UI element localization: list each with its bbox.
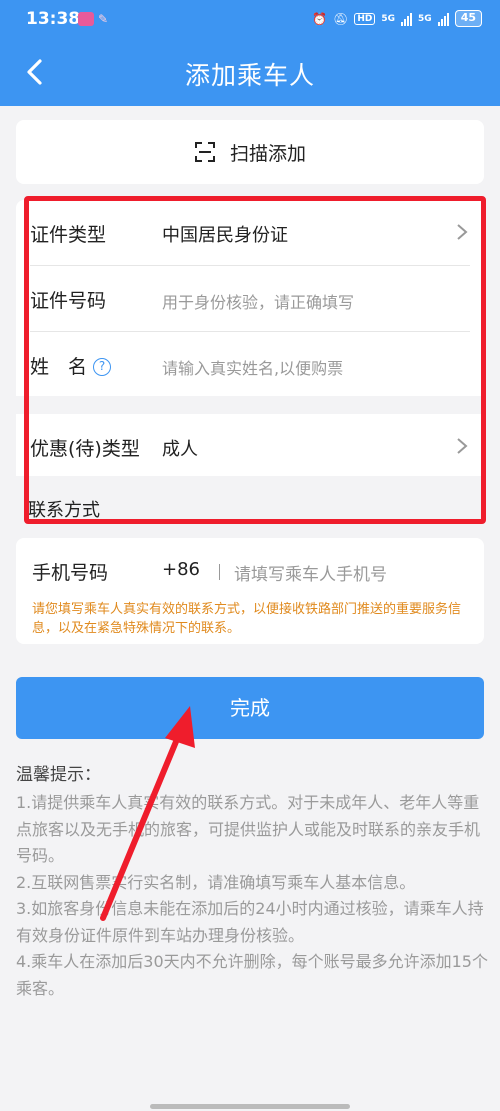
phone-input[interactable]: 请填写乘车人手机号 [234, 560, 387, 585]
id-number-input[interactable]: 用于身份核验，请正确填写 [162, 289, 354, 313]
help-icon[interactable]: ? [93, 358, 112, 376]
chevron-right-icon [457, 224, 468, 240]
battery-indicator: 45 [454, 10, 482, 27]
status-bar: 13:38 ✎ ⏰ 🔕︎ HD 5G 5G 45 [0, 0, 500, 40]
tip-item: 4.乘车人在添加后30天内不允许删除，每个账号最多允许添加15个乘客。 [16, 952, 488, 998]
contact-section-label: 联系方式 [28, 500, 100, 521]
hd-badge: HD [354, 12, 376, 25]
passenger-form: 证件类型 中国居民身份证 证件号码 用于身份核验，请正确填写 姓 名? 请输入真… [16, 200, 484, 396]
phone-separator [219, 564, 220, 580]
section-gap [16, 396, 484, 414]
name-label: 姓 名? [30, 352, 112, 379]
discount-type-label: 优惠(待)类型 [30, 438, 140, 460]
tips-title: 温馨提示： [16, 765, 101, 785]
chevron-right-icon [457, 438, 468, 454]
status-icons: ⏰ 🔕︎ HD 5G 5G 45 [312, 10, 482, 27]
scan-add-label: 扫描添加 [229, 142, 306, 165]
nav-bar: 添加乘车人 [0, 40, 500, 106]
network-5g-label-2: 5G [418, 13, 432, 24]
signal-icon [401, 12, 413, 26]
tip-item: 2.互联网售票实行实名制，请准确填写乘车人基本信息。 [16, 872, 416, 892]
network-5g-label: 5G [381, 13, 396, 24]
tip-item: 3.如旅客身份信息未能在添加后的24小时内通过核验，请乘车人持有效身份证件原件到… [16, 899, 484, 945]
scan-icon [194, 141, 216, 163]
mute-icon: 🔕︎ [333, 11, 349, 26]
app-notification-icon [78, 12, 94, 26]
phone-note: 请您填写乘车人真实有效的联系方式，以便接收铁路部门推送的重要服务信息，以及在紧急… [32, 602, 462, 636]
signal-icon-2 [437, 12, 449, 26]
id-type-value: 中国居民身份证 [162, 225, 288, 246]
phone-card: 手机号码 +86 请填写乘车人手机号 请您填写乘车人真实有效的联系方式，以便接收… [16, 538, 484, 644]
id-number-row: 证件号码 用于身份核验，请正确填写 [16, 266, 484, 331]
scan-add-button[interactable]: 扫描添加 [16, 120, 484, 184]
tips-list: 1.请提供乘车人真实有效的联系方式。对于未成年人、老年人等重点旅客以及无手机的旅… [16, 790, 488, 1002]
country-code[interactable]: +86 [162, 559, 200, 580]
discount-type-inner: 优惠(待)类型 成人 [16, 414, 484, 479]
phone-label: 手机号码 [32, 562, 109, 584]
name-row: 姓 名? 请输入真实姓名,以便购票 [16, 332, 484, 397]
page-title: 添加乘车人 [184, 61, 315, 90]
name-input[interactable]: 请输入真实姓名,以便购票 [162, 355, 343, 379]
id-type-label: 证件类型 [30, 224, 107, 246]
done-button[interactable]: 完成 [16, 677, 484, 739]
discount-type-value: 成人 [162, 439, 198, 460]
discount-type-row[interactable]: 优惠(待)类型 成人 [16, 414, 484, 476]
id-number-label: 证件号码 [30, 290, 107, 312]
app-notification-icon-2: ✎ [98, 12, 109, 26]
status-time: 13:38 [26, 9, 81, 29]
name-label-text: 姓 名 [30, 356, 88, 378]
alarm-icon: ⏰ [312, 11, 328, 26]
home-indicator [150, 1104, 350, 1109]
id-type-row[interactable]: 证件类型 中国居民身份证 [16, 200, 484, 265]
tip-item: 1.请提供乘车人真实有效的联系方式。对于未成年人、老年人等重点旅客以及无手机的旅… [16, 793, 481, 865]
